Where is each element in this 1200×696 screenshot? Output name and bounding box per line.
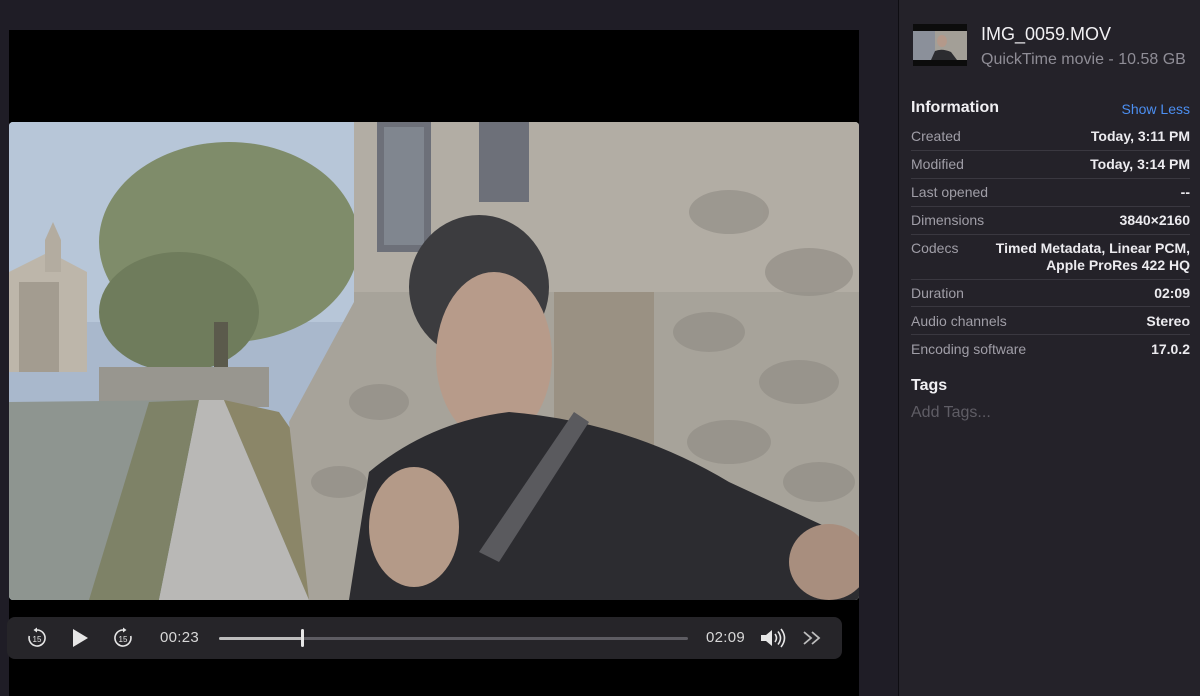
info-label: Created xyxy=(911,128,961,144)
info-label: Encoding software xyxy=(911,341,1027,357)
more-controls-button[interactable] xyxy=(802,617,822,659)
tags-header: Tags xyxy=(911,377,948,394)
skip-back-icon: 15 xyxy=(28,627,46,647)
info-value: Timed Metadata, Linear PCM, Apple ProRes… xyxy=(995,240,1190,273)
info-value: Stereo xyxy=(1146,313,1190,329)
info-row-codecs: Codecs Timed Metadata, Linear PCM, Apple… xyxy=(911,240,1190,280)
svg-text:15: 15 xyxy=(33,635,42,644)
info-value: 17.0.2 xyxy=(1151,341,1190,357)
svg-text:15: 15 xyxy=(119,635,128,644)
skip-forward-icon: 15 xyxy=(114,627,132,647)
play-button[interactable] xyxy=(69,617,91,659)
chevron-double-right-icon xyxy=(803,631,821,645)
scrubber-progress xyxy=(219,637,303,640)
thumbnail-image xyxy=(913,24,967,66)
info-row-duration: Duration 02:09 xyxy=(911,285,1190,307)
inspector-panel: IMG_0059.MOV QuickTime movie - 10.58 GB … xyxy=(899,0,1200,696)
add-tags-field[interactable]: Add Tags... xyxy=(911,404,991,422)
playback-controls: 15 15 00:23 02:09 xyxy=(7,617,842,659)
current-time: 00:23 xyxy=(160,629,200,646)
show-less-link[interactable]: Show Less xyxy=(1122,101,1190,117)
speaker-icon xyxy=(761,628,786,648)
info-row-created: Created Today, 3:11 PM xyxy=(911,128,1190,151)
info-row-audio-channels: Audio channels Stereo xyxy=(911,313,1190,335)
info-value: 02:09 xyxy=(1154,285,1190,301)
video-still-image xyxy=(9,122,859,600)
scrubber-handle[interactable] xyxy=(301,629,305,647)
file-kind-size: QuickTime movie - 10.58 GB xyxy=(981,51,1186,68)
info-value: Today, 3:11 PM xyxy=(1090,128,1190,144)
information-header: Information xyxy=(911,99,999,116)
info-label: Codecs xyxy=(911,240,959,256)
total-time: 02:09 xyxy=(706,629,746,646)
info-row-dimensions: Dimensions 3840×2160 xyxy=(911,212,1190,235)
info-label: Modified xyxy=(911,156,964,172)
file-name: IMG_0059.MOV xyxy=(981,24,1112,44)
video-area[interactable] xyxy=(9,30,859,696)
play-icon xyxy=(73,629,88,647)
file-thumbnail xyxy=(913,24,967,66)
info-label: Last opened xyxy=(911,184,989,200)
playback-scrubber[interactable] xyxy=(219,629,688,647)
info-row-modified: Modified Today, 3:14 PM xyxy=(911,156,1190,179)
info-value: 3840×2160 xyxy=(1119,212,1190,228)
info-value: -- xyxy=(1180,184,1190,200)
info-row-encoding-software: Encoding software 17.0.2 xyxy=(911,341,1190,362)
info-row-last-opened: Last opened -- xyxy=(911,184,1190,207)
preview-pane: 15 15 00:23 02:09 xyxy=(0,0,898,696)
info-label: Dimensions xyxy=(911,212,985,228)
video-frame[interactable] xyxy=(9,122,859,600)
info-label: Audio channels xyxy=(911,313,1007,329)
skip-back-15-button[interactable]: 15 xyxy=(26,617,48,659)
info-value: Today, 3:14 PM xyxy=(1090,156,1190,172)
skip-forward-15-button[interactable]: 15 xyxy=(112,617,134,659)
info-label: Duration xyxy=(911,285,964,301)
volume-button[interactable] xyxy=(759,617,789,659)
